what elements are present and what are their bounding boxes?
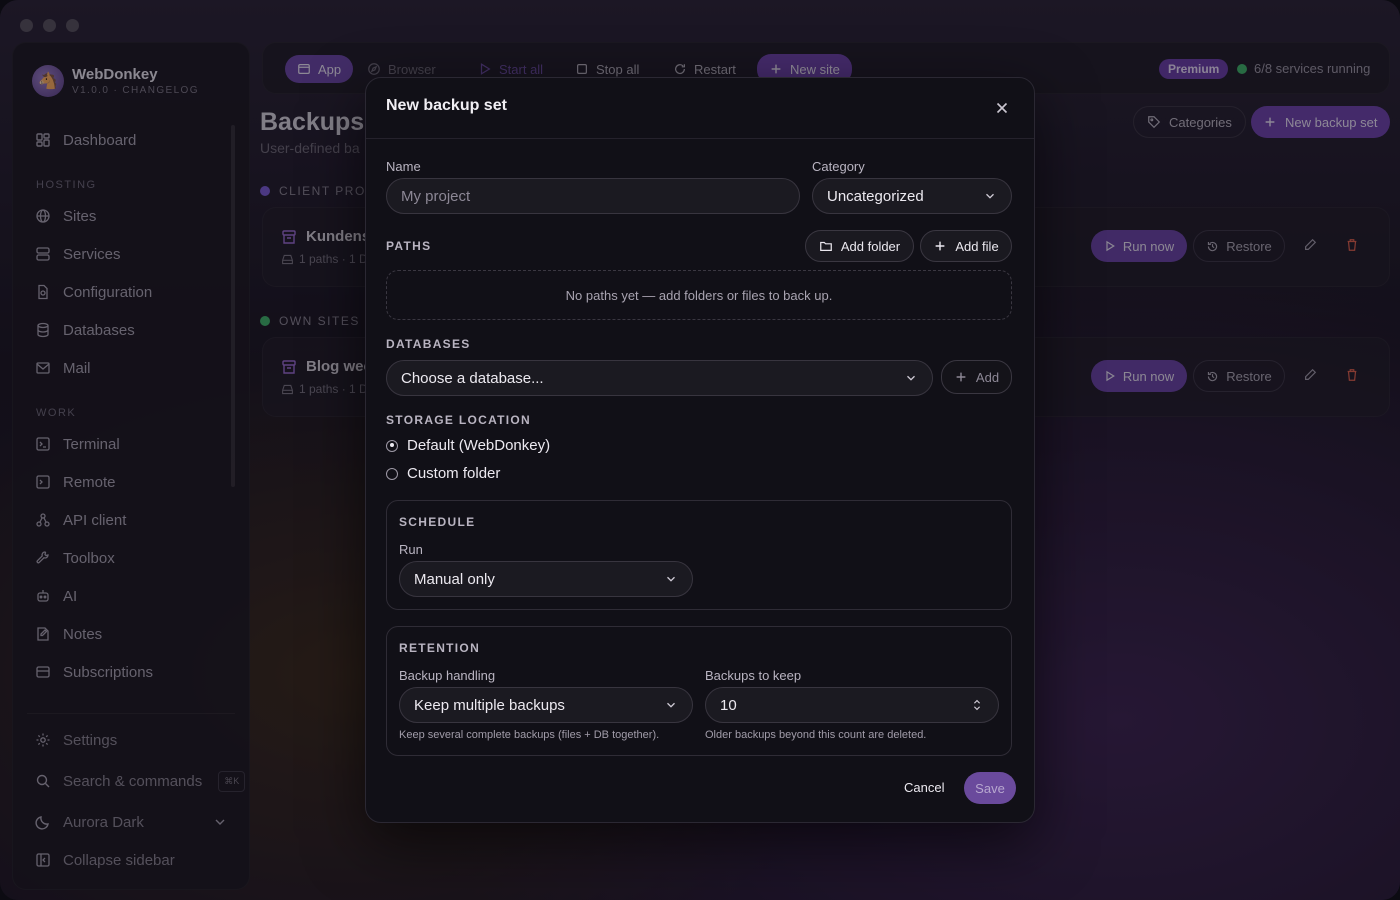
name-label: Name — [386, 159, 421, 174]
storage-location-label: STORAGE LOCATION — [386, 413, 532, 427]
add-file-button[interactable]: Add file — [920, 230, 1012, 262]
folder-open-icon — [819, 241, 832, 251]
run-schedule-value: Manual only — [414, 570, 495, 588]
storage-default-label: Default (WebDonkey) — [407, 437, 551, 454]
category-value: Uncategorized — [827, 187, 924, 205]
app-window: 🐴 WebDonkey V1.0.0 · CHANGELOG Dashboard… — [0, 0, 1400, 900]
category-select[interactable]: Uncategorized — [812, 178, 1012, 214]
storage-default-radio[interactable]: Default (WebDonkey) — [386, 437, 550, 454]
backups-to-keep-label: Backups to keep — [705, 668, 802, 683]
backup-handling-hint: Keep several complete backups (files + D… — [399, 729, 660, 741]
radio-selected-indicator — [386, 439, 398, 452]
add-folder-label: Add folder — [840, 238, 901, 254]
plus-icon — [956, 372, 966, 382]
add-database-button[interactable]: Add — [941, 360, 1012, 394]
database-select[interactable]: Choose a database... — [386, 360, 933, 396]
run-schedule-select[interactable]: Manual only — [399, 561, 693, 597]
plus-icon — [935, 241, 945, 251]
new-backup-set-dialog: New backup set Name My project Category … — [365, 77, 1035, 823]
stepper-icon[interactable] — [970, 698, 984, 712]
name-input[interactable]: My project — [386, 178, 800, 214]
chevron-down-icon — [667, 702, 675, 708]
category-label: Category — [812, 159, 865, 174]
add-folder-button[interactable]: Add folder — [805, 230, 914, 262]
schedule-section: SCHEDULE Run Manual only — [386, 500, 1012, 610]
name-placeholder: My project — [401, 187, 471, 205]
add-file-label: Add file — [955, 238, 999, 254]
chevron-down-icon — [986, 193, 994, 199]
dialog-title: New backup set — [386, 97, 507, 114]
backup-handling-label: Backup handling — [399, 668, 496, 683]
backup-handling-value: Keep multiple backups — [414, 696, 565, 714]
add-database-label: Add — [975, 369, 1000, 385]
run-label: Run — [399, 542, 423, 557]
retention-section: RETENTION Backup handling Keep multiple … — [386, 626, 1012, 756]
backups-to-keep-input[interactable]: 10 — [705, 687, 999, 723]
schedule-label: SCHEDULE — [399, 515, 476, 529]
database-select-value: Choose a database... — [401, 369, 544, 387]
storage-custom-radio[interactable]: Custom folder — [386, 465, 500, 482]
backups-to-keep-value: 10 — [720, 696, 737, 714]
paths-label: PATHS — [386, 239, 432, 253]
dialog-header: New backup set — [366, 78, 1034, 139]
databases-label: DATABASES — [386, 337, 471, 351]
save-button[interactable]: Save — [964, 772, 1016, 804]
backups-to-keep-hint: Older backups beyond this count are dele… — [705, 729, 927, 741]
storage-custom-label: Custom folder — [407, 465, 501, 482]
paths-empty-state: No paths yet — add folders or files to b… — [386, 270, 1012, 320]
backup-handling-select[interactable]: Keep multiple backups — [399, 687, 693, 723]
close-icon[interactable] — [994, 100, 1010, 116]
radio-indicator — [386, 467, 398, 480]
retention-label: RETENTION — [399, 641, 481, 655]
cancel-button[interactable]: Cancel — [904, 780, 944, 795]
chevron-down-icon — [907, 375, 915, 381]
chevron-down-icon — [667, 576, 675, 582]
